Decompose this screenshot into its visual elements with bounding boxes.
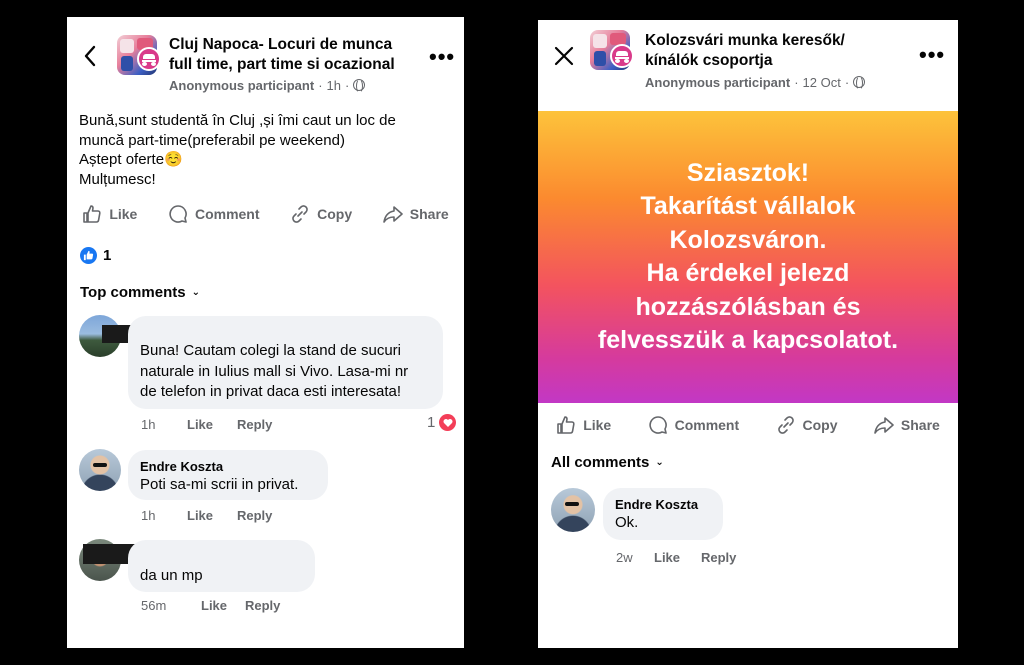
link-icon xyxy=(292,205,308,223)
comment-text: da un mp xyxy=(140,567,203,584)
text-background-post: Sziasztok! Takarítást vállalok Kolozsvár… xyxy=(538,111,958,403)
comments-title: All comments xyxy=(551,454,650,471)
like-label: Like xyxy=(583,417,612,433)
comment-time: 2w xyxy=(616,550,633,565)
comment-reaction-count: 1 xyxy=(427,414,436,431)
comment-text: naturale in Iulius mall si Vivo. Lasa-mi… xyxy=(140,362,409,380)
post-time: 12 Oct xyxy=(802,75,841,90)
like-reaction-icon xyxy=(80,247,97,264)
thumbs-up-icon xyxy=(83,205,101,223)
comment-bubble: Endre Koszta Poti sa-mi scrii in privat. xyxy=(128,450,328,500)
comment-bubble: da un mp xyxy=(128,540,315,592)
more-icon[interactable]: ••• xyxy=(429,44,455,70)
comment-text: de telefon in privat daca esti interesat… xyxy=(140,383,401,400)
author-name: Anonymous participant xyxy=(645,75,791,90)
link-icon xyxy=(777,416,794,434)
like-label: Like xyxy=(109,206,138,222)
comment-meta: 1h Like Reply xyxy=(141,417,272,432)
post-actions: Like Comment Copy Share xyxy=(538,412,958,438)
comment-meta: 2w Like Reply xyxy=(616,550,736,565)
reaction-count: 1 xyxy=(103,247,112,264)
comment-label: Comment xyxy=(194,206,260,222)
comment-like-button[interactable]: Like xyxy=(187,417,237,432)
post-line: muncă part-time(preferabil pe weekend) xyxy=(79,131,345,149)
copy-button[interactable]: Copy xyxy=(290,204,352,224)
banner-text: Sziasztok! Takarítást vállalok Kolozsvár… xyxy=(597,158,899,355)
like-button[interactable]: Like xyxy=(556,415,611,435)
avatar[interactable] xyxy=(551,488,595,532)
comment-reply-button[interactable]: Reply xyxy=(245,598,280,613)
copy-button[interactable]: Copy xyxy=(776,415,838,435)
group-title[interactable]: Kolozsvári munka keresők/ kínálók csopor… xyxy=(645,31,845,71)
right-post-screen: Kolozsvári munka keresők/ kínálók csopor… xyxy=(538,20,958,648)
comment-reply-button[interactable]: Reply xyxy=(237,417,272,432)
comments-title: Top comments xyxy=(80,284,186,301)
share-label: Share xyxy=(409,206,449,222)
comment-like-button[interactable]: Like xyxy=(187,508,237,523)
comment-bubble: Endre Koszta Ok. xyxy=(603,488,723,540)
comments-sort-dropdown[interactable]: Top comments ⌄ xyxy=(80,284,200,301)
heart-icon xyxy=(439,414,457,431)
comment-reply-button[interactable]: Reply xyxy=(701,550,736,565)
chevron-left-icon[interactable] xyxy=(83,45,97,71)
left-post-screen: Cluj Napoca- Locuri de munca full time, … xyxy=(67,17,464,648)
post-line: Bună,sunt studentă în Cluj ,și îmi caut … xyxy=(79,112,396,129)
post-meta: Anonymous participant · 12 Oct · xyxy=(645,75,866,90)
chevron-down-icon: ⌄ xyxy=(655,457,664,468)
post-line: Aștept oferte☺️ xyxy=(79,151,183,168)
copy-label: Copy xyxy=(317,206,353,222)
comment-reply-button[interactable]: Reply xyxy=(237,508,272,523)
share-button[interactable]: Share xyxy=(874,415,940,435)
thumbs-up-icon xyxy=(557,416,575,434)
post-header: Cluj Napoca- Locuri de munca full time, … xyxy=(67,17,464,97)
comment-icon xyxy=(648,416,667,434)
comment-author[interactable]: Endre Koszta xyxy=(615,496,711,513)
close-icon[interactable] xyxy=(554,44,574,70)
post-actions: Like Comment Copy Share xyxy=(67,201,464,227)
group-title[interactable]: Cluj Napoca- Locuri de munca full time, … xyxy=(169,35,395,75)
post-line: Mulțumesc! xyxy=(79,170,156,188)
comment-button[interactable]: Comment xyxy=(648,415,740,435)
avatar[interactable] xyxy=(79,449,121,491)
comment-like-button[interactable]: Like xyxy=(654,550,701,565)
comment-time: 1h xyxy=(141,508,156,523)
post-time: 1h xyxy=(326,78,341,93)
post-body: Bună,sunt studentă în Cluj ,și îmi caut … xyxy=(79,111,449,189)
comment-button[interactable]: Comment xyxy=(168,204,260,224)
comment-icon xyxy=(169,205,187,223)
reaction-summary[interactable]: 1 xyxy=(80,247,111,264)
comment-like-button[interactable]: Like xyxy=(201,598,245,613)
share-icon xyxy=(874,417,894,434)
more-icon[interactable]: ••• xyxy=(919,42,945,68)
comment-text: Poti sa-mi scrii in privat. xyxy=(140,476,299,493)
comment-author[interactable]: Endre Koszta xyxy=(140,458,316,475)
comment-time: 56m xyxy=(141,598,167,613)
comment-text: Buna! Cautam colegi la stand de sucuri xyxy=(140,342,401,359)
author-name: Anonymous participant xyxy=(169,78,315,93)
chevron-down-icon: ⌄ xyxy=(191,287,200,298)
share-icon xyxy=(382,206,403,223)
anonymous-icon xyxy=(610,44,634,68)
globe-icon xyxy=(353,78,366,93)
comment-label: Comment xyxy=(674,417,740,433)
copy-label: Copy xyxy=(802,417,838,433)
globe-icon xyxy=(853,75,866,90)
comment-reaction[interactable]: 1 xyxy=(427,414,457,431)
comment-meta: 1h Like Reply xyxy=(141,508,272,523)
post-header: Kolozsvári munka keresők/ kínálók csopor… xyxy=(538,20,958,100)
comment-bubble: Buna! Cautam colegi la stand de sucuri n… xyxy=(128,316,443,409)
comment-time: 1h xyxy=(141,417,156,432)
anonymous-icon xyxy=(137,47,161,71)
comments-sort-dropdown[interactable]: All comments ⌄ xyxy=(551,454,664,471)
comment-text: Ok. xyxy=(615,514,639,531)
comment-meta: 56m Like Reply xyxy=(141,598,280,613)
like-button[interactable]: Like xyxy=(82,204,137,224)
post-meta: Anonymous participant · 1h · xyxy=(169,78,366,93)
share-label: Share xyxy=(900,417,940,433)
share-button[interactable]: Share xyxy=(382,204,449,224)
